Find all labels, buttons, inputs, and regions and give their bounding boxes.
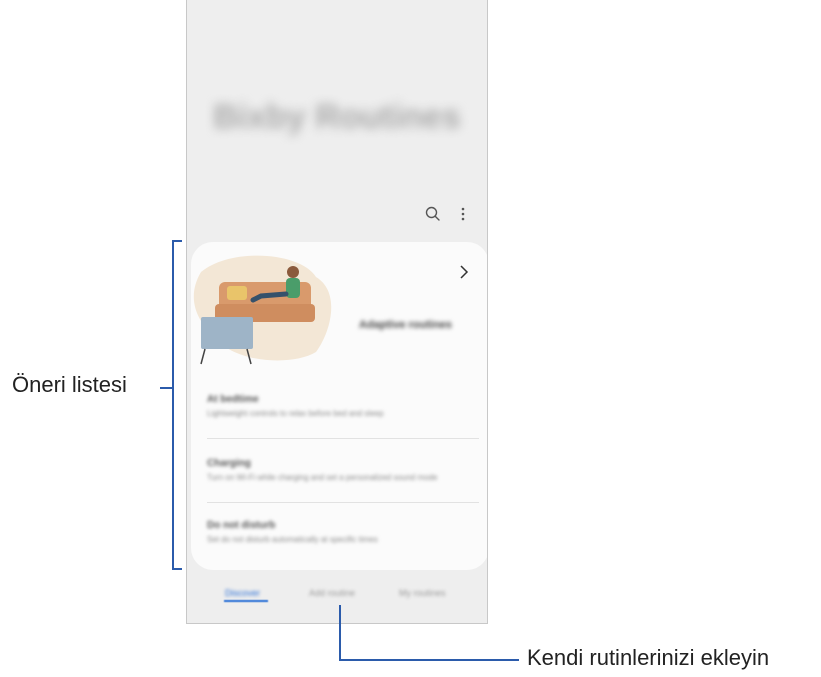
tab-discover[interactable]: Discover	[225, 588, 260, 598]
relaxing-person-illustration	[193, 255, 332, 365]
divider	[207, 438, 479, 439]
bracket-connector	[160, 387, 172, 389]
tab-my-routines[interactable]: My routines	[399, 588, 446, 598]
suggestion-list-bracket	[172, 240, 182, 570]
list-item[interactable]: Do not disturb Set do not disturb automa…	[207, 520, 479, 544]
list-item[interactable]: At bedtime Lightweight controls to relax…	[207, 394, 479, 418]
active-tab-indicator	[224, 600, 268, 602]
add-routine-callout: Kendi rutinlerinizi ekleyin	[527, 645, 770, 670]
list-item-subtitle: Lightweight controls to relax before bed…	[207, 409, 384, 418]
suggestion-list-callout: Öneri listesi	[12, 372, 127, 397]
search-icon[interactable]	[423, 204, 443, 224]
callout-line-horizontal	[339, 659, 519, 661]
list-item-title: At bedtime	[207, 394, 259, 405]
app-title: Bixby Routines	[213, 98, 461, 136]
bottom-tab-bar: Discover Add routine My routines	[187, 588, 487, 608]
tab-add-routine[interactable]: Add routine	[309, 588, 355, 598]
chevron-right-icon[interactable]	[457, 262, 471, 282]
phone-screen: Bixby Routines Adaptive routines At bedt…	[186, 0, 488, 624]
list-item-subtitle: Set do not disturb automatically at spec…	[207, 535, 378, 544]
card-title: Adaptive routines	[359, 319, 452, 331]
list-item-title: Charging	[207, 458, 251, 469]
list-item-subtitle: Turn on Wi-Fi while charging and set a p…	[207, 473, 438, 482]
list-item[interactable]: Charging Turn on Wi-Fi while charging an…	[207, 458, 479, 482]
callout-line-vertical	[339, 605, 341, 660]
list-item-title: Do not disturb	[207, 520, 276, 531]
more-options-icon[interactable]	[453, 204, 473, 224]
suggestion-card[interactable]: Adaptive routines At bedtime Lightweight…	[191, 242, 487, 570]
divider	[207, 502, 479, 503]
